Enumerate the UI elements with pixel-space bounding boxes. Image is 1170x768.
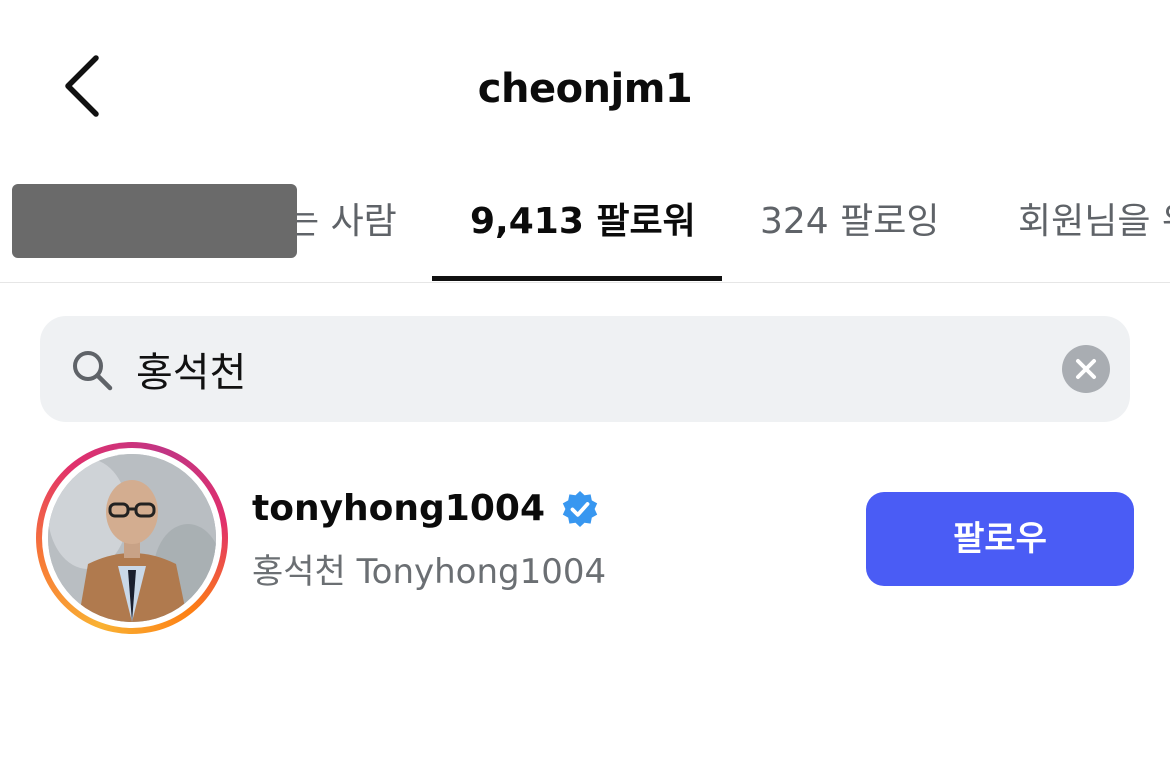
- tab-following[interactable]: 324 팔로잉: [760, 192, 940, 244]
- tab-suggested[interactable]: 회원님을 위: [1018, 192, 1170, 244]
- tab-followers[interactable]: 9,413 팔로워: [470, 192, 696, 244]
- full-name: 홍석천 Tonyhong1004: [252, 552, 607, 592]
- active-tab-indicator: [432, 276, 722, 281]
- search-input[interactable]: [136, 336, 1036, 402]
- search-bar: [40, 316, 1130, 422]
- page-title: cheonjm1: [477, 66, 693, 112]
- verified-badge-icon: [562, 490, 598, 527]
- follow-button[interactable]: 팔로우: [866, 492, 1134, 586]
- tab-mutual-followers[interactable]: 는 사람: [286, 192, 397, 244]
- redaction-overlay: [12, 184, 297, 258]
- clear-search-button[interactable]: [1062, 345, 1110, 393]
- story-ring[interactable]: [36, 442, 228, 634]
- username[interactable]: tonyhong1004: [252, 488, 545, 529]
- search-icon: [73, 351, 113, 391]
- header-bar: cheonjm1: [0, 0, 1170, 170]
- tab-bar: 는 사람 9,413 팔로워 324 팔로잉 회원님을 위: [0, 170, 1170, 283]
- username-row: tonyhong1004: [252, 488, 600, 540]
- avatar-photo: [48, 454, 216, 622]
- avatar: [48, 454, 216, 622]
- close-icon: [1076, 359, 1096, 379]
